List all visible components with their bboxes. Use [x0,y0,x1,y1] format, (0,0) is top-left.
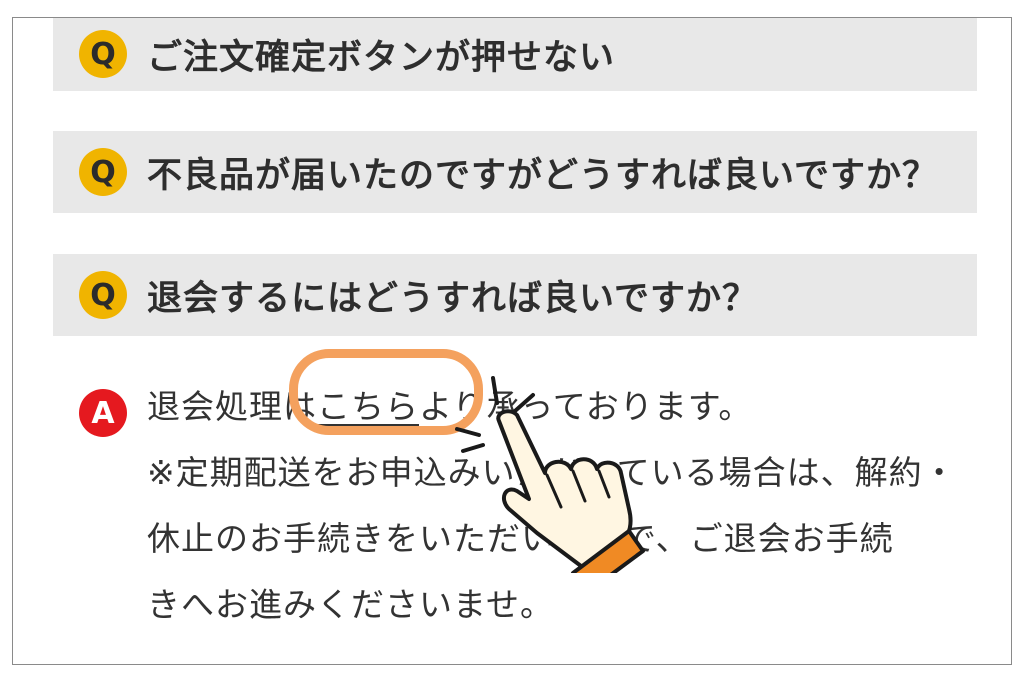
a-badge: A [79,389,127,437]
faq-question-text: 退会するにはどうすれば良いですか？ [147,278,758,319]
q-badge: Q [79,271,127,319]
answer-line-4: きへお進みくださいませ。 [147,585,555,624]
faq-question-defective-item[interactable]: Q 不良品が届いたのですがどうすれば良いですか？ [53,131,977,213]
faq-panel: Q ご注文確定ボタンが押せない Q 不良品が届いたのですがどうすれば良いですか？… [12,17,1012,665]
faq-question-text: 不良品が届いたのですがどうすれば良いですか？ [147,155,938,196]
faq-question-order-button[interactable]: Q ご注文確定ボタンが押せない [53,18,977,91]
faq-question-text: ご注文確定ボタンが押せない [147,37,616,78]
q-badge: Q [79,148,127,196]
q-badge: Q [79,30,127,78]
faq-question-withdraw[interactable]: Q 退会するにはどうすれば良いですか？ [53,254,977,336]
pointing-hand-icon [455,376,645,573]
